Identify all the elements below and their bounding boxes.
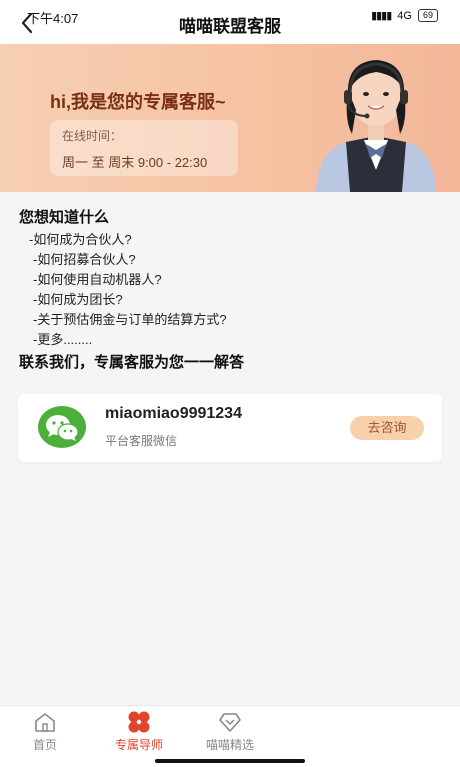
- page-title: 喵喵联盟客服: [179, 17, 281, 36]
- diamond-icon: [219, 713, 241, 732]
- tab-home[interactable]: 首页: [0, 710, 90, 753]
- consult-button[interactable]: 去咨询: [350, 416, 424, 440]
- online-hours-box: 在线时间： 周一 至 周末 9:00 - 22:30: [50, 120, 238, 176]
- tab-mentor-label: 专属导师: [114, 738, 163, 752]
- mentor-icon: [128, 711, 150, 733]
- tab-selection[interactable]: 喵喵精选: [185, 710, 275, 753]
- service-banner: hi,我是您的专属客服~ 在线时间： 周一 至 周末 9:00 - 22:30: [0, 44, 460, 192]
- faq-item: -关于预估佣金与订单的结算方式?: [33, 312, 227, 327]
- tab-selection-label: 喵喵精选: [205, 738, 254, 752]
- contact-prompt: 联系我们，专属客服为您一一解答: [19, 354, 245, 371]
- wechat-contact-card: miaomiao9991234 平台客服微信 去咨询: [18, 394, 442, 462]
- home-indicator: [155, 759, 305, 763]
- faq-item: -如何成为团长?: [33, 292, 123, 307]
- tab-home-label: 首页: [32, 738, 57, 752]
- wechat-id: miaomiao9991234: [105, 405, 242, 422]
- online-hours-label: 在线时间：: [62, 129, 123, 143]
- bottom-tab-bar: 首页 专属导师 喵喵精选: [0, 705, 460, 767]
- customer-service-agent-image: [316, 60, 436, 192]
- wechat-subtitle: 平台客服微信: [105, 434, 178, 448]
- faq-item: -如何成为合伙人?: [29, 232, 132, 247]
- faq-section: 您想知道什么 -如何成为合伙人? -如何招募合伙人? -如何使用自动机器人? -…: [19, 208, 439, 374]
- faq-list: -如何成为合伙人? -如何招募合伙人? -如何使用自动机器人? -如何成为团长?…: [19, 230, 439, 350]
- home-icon: [35, 713, 55, 732]
- banner-greeting: hi,我是您的专属客服~: [50, 92, 226, 112]
- status-bar: 下午4:07 ▮▮▮▮ 4G 69 喵喵联盟客服: [0, 0, 460, 44]
- faq-item: -更多........: [33, 332, 93, 347]
- faq-title: 您想知道什么: [19, 209, 110, 226]
- tab-mentor[interactable]: 专属导师: [94, 710, 184, 753]
- wechat-icon: [38, 406, 86, 448]
- faq-item: -如何招募合伙人?: [33, 252, 136, 267]
- faq-item: -如何使用自动机器人?: [33, 272, 162, 287]
- online-hours-value: 周一 至 周末 9:00 - 22:30: [62, 155, 208, 170]
